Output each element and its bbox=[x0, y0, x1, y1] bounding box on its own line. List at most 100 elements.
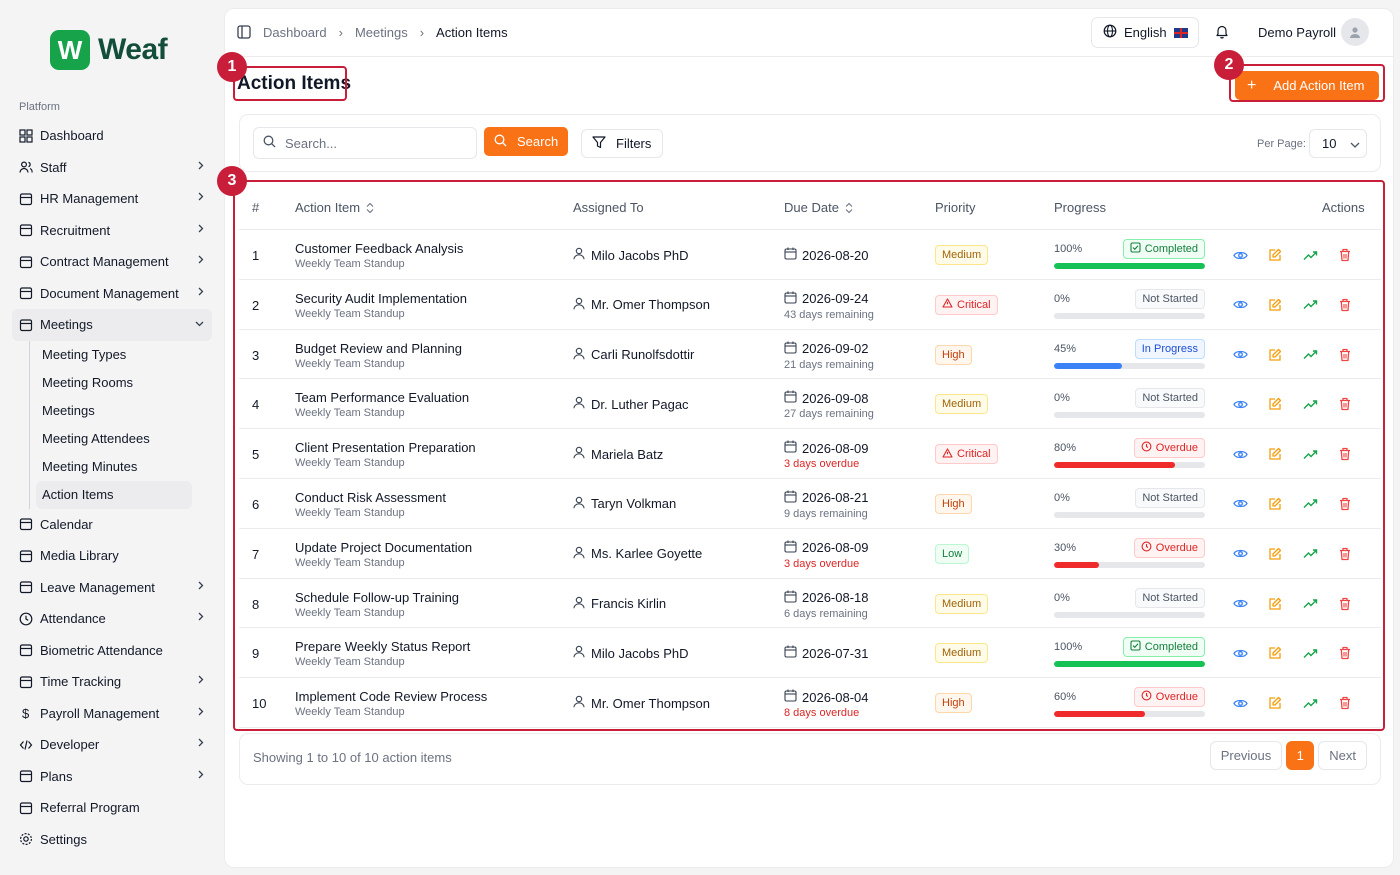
per-page-select[interactable]: 10 bbox=[1309, 129, 1367, 158]
sidebar-item-label: Settings bbox=[40, 831, 87, 847]
bell-icon[interactable] bbox=[1215, 24, 1229, 42]
update-progress-icon[interactable] bbox=[1302, 645, 1318, 661]
update-progress-icon[interactable] bbox=[1302, 297, 1318, 313]
delete-icon[interactable] bbox=[1337, 695, 1353, 711]
action-item-cell[interactable]: Security Audit Implementation Weekly Team… bbox=[295, 291, 467, 320]
sidebar-item-dashboard[interactable]: Dashboard bbox=[12, 120, 212, 152]
delete-icon[interactable] bbox=[1337, 645, 1353, 661]
delete-icon[interactable] bbox=[1337, 596, 1353, 612]
update-progress-icon[interactable] bbox=[1302, 496, 1318, 512]
avatar[interactable] bbox=[1341, 18, 1369, 46]
filters-button[interactable]: Filters bbox=[581, 129, 663, 158]
header-action-item[interactable]: Action Item bbox=[295, 200, 374, 215]
sidebar-subitem-meetings[interactable]: Meetings bbox=[36, 397, 192, 425]
action-item-cell[interactable]: Implement Code Review Process Weekly Team… bbox=[295, 689, 487, 718]
search-field[interactable] bbox=[253, 127, 477, 159]
breadcrumb-meetings[interactable]: Meetings bbox=[355, 25, 408, 40]
sidebar-item-leave-management[interactable]: Leave Management bbox=[12, 572, 212, 604]
sidebar-item-label: HR Management bbox=[40, 191, 139, 207]
view-icon[interactable] bbox=[1232, 347, 1248, 363]
calendar-icon bbox=[784, 247, 797, 263]
delete-icon[interactable] bbox=[1337, 446, 1353, 462]
sidebar-item-contract-management[interactable]: Contract Management bbox=[12, 246, 212, 278]
delete-icon[interactable] bbox=[1337, 347, 1353, 363]
sidebar-item-attendance[interactable]: Attendance bbox=[12, 603, 212, 635]
view-icon[interactable] bbox=[1232, 446, 1248, 462]
edit-icon[interactable] bbox=[1267, 247, 1283, 263]
add-action-item-button[interactable]: + Add Action Item bbox=[1235, 71, 1379, 100]
sidebar-item-developer[interactable]: Developer bbox=[12, 729, 212, 761]
edit-icon[interactable] bbox=[1267, 546, 1283, 562]
action-item-title: Security Audit Implementation bbox=[295, 290, 467, 306]
delete-icon[interactable] bbox=[1337, 396, 1353, 412]
sidebar-item-meetings[interactable]: Meetings bbox=[12, 309, 212, 341]
edit-icon[interactable] bbox=[1267, 297, 1283, 313]
update-progress-icon[interactable] bbox=[1302, 446, 1318, 462]
sidebar-item-media-library[interactable]: Media Library bbox=[12, 540, 212, 572]
breadcrumb-current: Action Items bbox=[436, 25, 508, 40]
edit-icon[interactable] bbox=[1267, 446, 1283, 462]
sidebar-item-referral-program[interactable]: Referral Program bbox=[12, 792, 212, 824]
sidebar-subitem-meeting-types[interactable]: Meeting Types bbox=[36, 341, 192, 369]
action-item-cell[interactable]: Budget Review and Planning Weekly Team St… bbox=[295, 341, 462, 370]
sidebar-item-payroll-management[interactable]: $ Payroll Management bbox=[12, 698, 212, 730]
sidebar-subitem-meeting-minutes[interactable]: Meeting Minutes bbox=[36, 453, 192, 481]
sidebar-item-biometric-attendance[interactable]: Biometric Attendance bbox=[12, 635, 212, 667]
update-progress-icon[interactable] bbox=[1302, 396, 1318, 412]
view-icon[interactable] bbox=[1232, 546, 1248, 562]
edit-icon[interactable] bbox=[1267, 695, 1283, 711]
previous-page-button[interactable]: Previous bbox=[1209, 741, 1283, 770]
delete-icon[interactable] bbox=[1337, 546, 1353, 562]
header-due-date[interactable]: Due Date bbox=[784, 200, 853, 215]
sidebar-subitem-meeting-attendees[interactable]: Meeting Attendees bbox=[36, 425, 192, 453]
view-icon[interactable] bbox=[1232, 695, 1248, 711]
edit-icon[interactable] bbox=[1267, 596, 1283, 612]
language-selector[interactable]: English bbox=[1091, 17, 1199, 48]
view-icon[interactable] bbox=[1232, 396, 1248, 412]
sidebar-toggle-icon[interactable] bbox=[237, 25, 251, 42]
view-icon[interactable] bbox=[1232, 496, 1248, 512]
edit-icon[interactable] bbox=[1267, 496, 1283, 512]
delete-icon[interactable] bbox=[1337, 496, 1353, 512]
action-item-cell[interactable]: Customer Feedback Analysis Weekly Team St… bbox=[295, 241, 463, 270]
view-icon[interactable] bbox=[1232, 596, 1248, 612]
update-progress-icon[interactable] bbox=[1302, 596, 1318, 612]
edit-icon[interactable] bbox=[1267, 347, 1283, 363]
action-item-cell[interactable]: Client Presentation Preparation Weekly Te… bbox=[295, 440, 476, 469]
logo[interactable]: W Weaf bbox=[50, 30, 168, 70]
delete-icon[interactable] bbox=[1337, 247, 1353, 263]
sidebar-item-calendar[interactable]: Calendar bbox=[12, 509, 212, 541]
delete-icon[interactable] bbox=[1337, 297, 1353, 313]
update-progress-icon[interactable] bbox=[1302, 347, 1318, 363]
action-item-cell[interactable]: Update Project Documentation Weekly Team … bbox=[295, 540, 472, 569]
assignee-name: Ms. Karlee Goyette bbox=[591, 546, 703, 562]
sidebar-item-staff[interactable]: Staff bbox=[12, 152, 212, 184]
update-progress-icon[interactable] bbox=[1302, 546, 1318, 562]
update-progress-icon[interactable] bbox=[1302, 247, 1318, 263]
search-button[interactable]: Search bbox=[484, 127, 568, 156]
sidebar-subitem-action-items[interactable]: Action Items bbox=[36, 480, 192, 509]
sidebar-item-time-tracking[interactable]: Time Tracking bbox=[12, 666, 212, 698]
sidebar-item-plans[interactable]: Plans bbox=[12, 761, 212, 793]
search-input[interactable] bbox=[285, 135, 465, 151]
edit-icon[interactable] bbox=[1267, 645, 1283, 661]
action-item-cell[interactable]: Conduct Risk Assessment Weekly Team Stand… bbox=[295, 490, 446, 519]
view-icon[interactable] bbox=[1232, 247, 1248, 263]
view-icon[interactable] bbox=[1232, 297, 1248, 313]
sidebar-subitem-meeting-rooms[interactable]: Meeting Rooms bbox=[36, 369, 192, 397]
chevron-right-icon bbox=[198, 675, 204, 687]
sidebar-item-settings[interactable]: Settings bbox=[12, 824, 212, 856]
user-name[interactable]: Demo Payroll bbox=[1258, 25, 1336, 40]
update-progress-icon[interactable] bbox=[1302, 695, 1318, 711]
page-button-current[interactable]: 1 bbox=[1286, 741, 1315, 770]
action-item-cell[interactable]: Prepare Weekly Status Report Weekly Team … bbox=[295, 639, 470, 668]
sidebar-item-hr-management[interactable]: HR Management bbox=[12, 183, 212, 215]
breadcrumb-dashboard[interactable]: Dashboard bbox=[263, 25, 327, 40]
sidebar-item-recruitment[interactable]: Recruitment bbox=[12, 215, 212, 247]
sidebar-item-document-management[interactable]: Document Management bbox=[12, 278, 212, 310]
next-page-button[interactable]: Next bbox=[1318, 741, 1367, 770]
action-item-cell[interactable]: Schedule Follow-up Training Weekly Team S… bbox=[295, 590, 459, 619]
edit-icon[interactable] bbox=[1267, 396, 1283, 412]
view-icon[interactable] bbox=[1232, 645, 1248, 661]
action-item-cell[interactable]: Team Performance Evaluation Weekly Team S… bbox=[295, 390, 469, 419]
